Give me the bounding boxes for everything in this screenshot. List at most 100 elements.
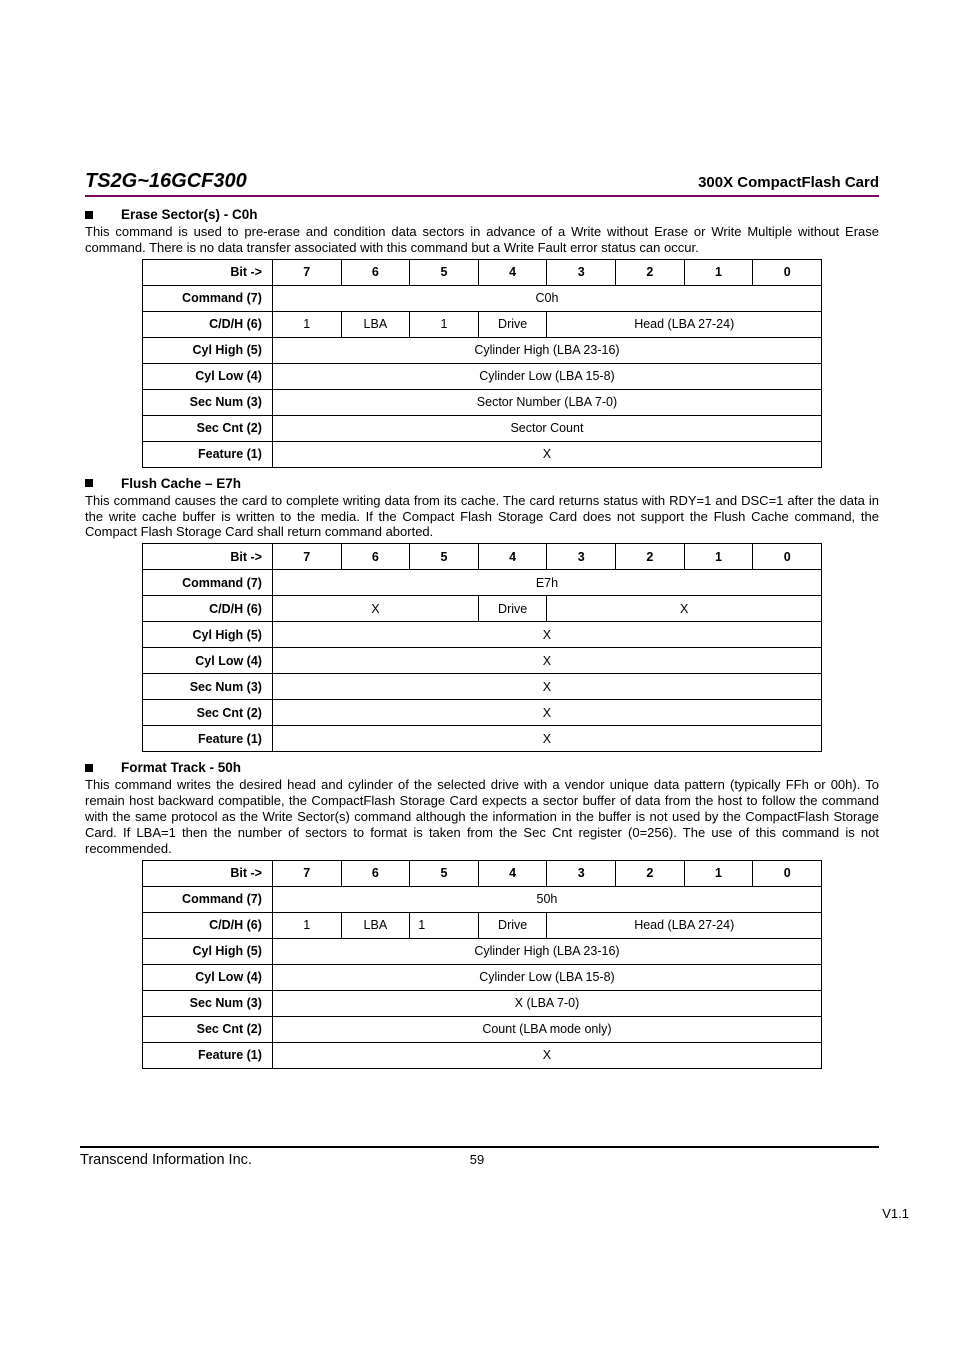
bit-col: 2 [616, 860, 685, 886]
cell: 1 [272, 912, 341, 938]
version-label: V1.1 [882, 1206, 909, 1221]
row-label: Command (7) [143, 886, 273, 912]
row-label: Sec Num (3) [143, 990, 273, 1016]
cell: Cylinder Low (LBA 15-8) [272, 363, 821, 389]
bit-col: 0 [753, 259, 822, 285]
bit-label: Bit -> [143, 259, 273, 285]
bit-col: 0 [753, 544, 822, 570]
square-bullet-icon [85, 479, 93, 487]
bit-label: Bit -> [143, 860, 273, 886]
cell: LBA [341, 311, 410, 337]
bit-col: 6 [341, 259, 410, 285]
bit-col: 1 [684, 259, 753, 285]
register-table-erase: Bit -> 7 6 5 4 3 2 1 0 Command (7)C0h C/… [142, 259, 822, 468]
row-label: C/D/H (6) [143, 596, 273, 622]
bit-col: 6 [341, 544, 410, 570]
cell: X [272, 441, 821, 467]
cell: Cylinder High (LBA 23-16) [272, 337, 821, 363]
cell: LBA [341, 912, 410, 938]
cell: Head (LBA 27-24) [547, 311, 822, 337]
model-number: TS2G~16GCF300 [85, 170, 247, 193]
cell: X [272, 700, 821, 726]
row-label: Command (7) [143, 570, 273, 596]
cell: E7h [272, 570, 821, 596]
row-label: Cyl High (5) [143, 622, 273, 648]
section-title: Format Track - 50h [121, 760, 241, 775]
page-number: 59 [0, 1152, 954, 1167]
cell: Drive [478, 311, 547, 337]
row-label: Sec Cnt (2) [143, 415, 273, 441]
product-name: 300X CompactFlash Card [698, 174, 879, 191]
row-label: C/D/H (6) [143, 311, 273, 337]
cell: 1 [410, 912, 479, 938]
bit-col: 5 [410, 544, 479, 570]
bit-col: 3 [547, 860, 616, 886]
row-label: Cyl High (5) [143, 938, 273, 964]
bit-col: 5 [410, 259, 479, 285]
cell: X [272, 596, 478, 622]
cell: 50h [272, 886, 821, 912]
cell: Head (LBA 27-24) [547, 912, 822, 938]
row-label: Sec Num (3) [143, 389, 273, 415]
bit-col: 2 [616, 544, 685, 570]
cell: Sector Count [272, 415, 821, 441]
section-paragraph: This command writes the desired head and… [85, 777, 879, 856]
cell: Drive [478, 596, 547, 622]
cell: 1 [410, 311, 479, 337]
section-title: Flush Cache – E7h [121, 476, 241, 491]
bit-col: 3 [547, 544, 616, 570]
cell: X [272, 1042, 821, 1068]
bit-col: 6 [341, 860, 410, 886]
section-heading: Erase Sector(s) - C0h [85, 207, 879, 222]
cell: X (LBA 7-0) [272, 990, 821, 1016]
section-paragraph: This command is used to pre-erase and co… [85, 224, 879, 256]
section-heading: Format Track - 50h [85, 760, 879, 775]
cell: Drive [478, 912, 547, 938]
cell: X [272, 726, 821, 752]
bit-col: 4 [478, 544, 547, 570]
square-bullet-icon [85, 764, 93, 772]
row-label: Cyl Low (4) [143, 648, 273, 674]
bit-col: 7 [272, 259, 341, 285]
cell: X [547, 596, 822, 622]
row-label: Command (7) [143, 285, 273, 311]
section-title: Erase Sector(s) - C0h [121, 207, 258, 222]
bit-col: 2 [616, 259, 685, 285]
bit-label: Bit -> [143, 544, 273, 570]
row-label: Cyl Low (4) [143, 363, 273, 389]
row-label: Feature (1) [143, 1042, 273, 1068]
section-heading: Flush Cache – E7h [85, 476, 879, 491]
cell: C0h [272, 285, 821, 311]
register-table-flush: Bit -> 7 6 5 4 3 2 1 0 Command (7)E7h C/… [142, 543, 822, 752]
square-bullet-icon [85, 211, 93, 219]
row-label: Feature (1) [143, 441, 273, 467]
bit-col: 4 [478, 860, 547, 886]
bit-col: 3 [547, 259, 616, 285]
cell: Sector Number (LBA 7-0) [272, 389, 821, 415]
bit-col: 5 [410, 860, 479, 886]
row-label: Sec Cnt (2) [143, 1016, 273, 1042]
row-label: C/D/H (6) [143, 912, 273, 938]
row-label: Sec Num (3) [143, 674, 273, 700]
page-header: TS2G~16GCF300 300X CompactFlash Card [85, 170, 879, 197]
cell: X [272, 674, 821, 700]
footer-rule [80, 1146, 879, 1148]
row-label: Cyl Low (4) [143, 964, 273, 990]
bit-col: 4 [478, 259, 547, 285]
bit-col: 7 [272, 860, 341, 886]
bit-col: 1 [684, 544, 753, 570]
row-label: Sec Cnt (2) [143, 700, 273, 726]
bit-col: 7 [272, 544, 341, 570]
section-paragraph: This command causes the card to complete… [85, 493, 879, 541]
row-label: Cyl High (5) [143, 337, 273, 363]
cell: X [272, 622, 821, 648]
cell: Cylinder High (LBA 23-16) [272, 938, 821, 964]
bit-col: 1 [684, 860, 753, 886]
row-label: Feature (1) [143, 726, 273, 752]
cell: X [272, 648, 821, 674]
cell: 1 [272, 311, 341, 337]
bit-col: 0 [753, 860, 822, 886]
cell: Cylinder Low (LBA 15-8) [272, 964, 821, 990]
cell: Count (LBA mode only) [272, 1016, 821, 1042]
register-table-format: Bit -> 7 6 5 4 3 2 1 0 Command (7)50h C/… [142, 860, 822, 1069]
